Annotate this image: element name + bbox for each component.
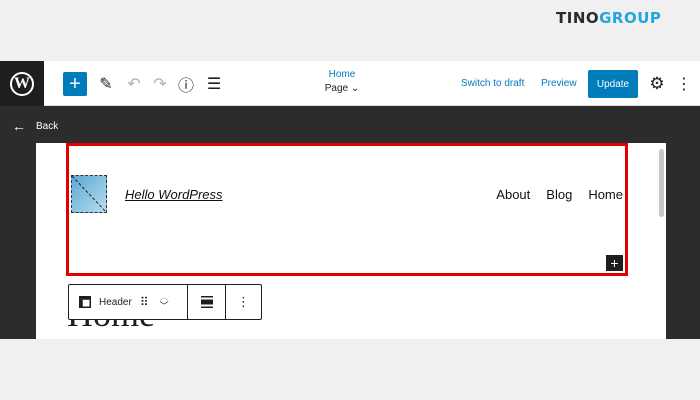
update-button[interactable]: Update <box>588 70 638 98</box>
document-title-selector[interactable]: Home Page ⌄ <box>300 69 384 94</box>
template-part-icon[interactable] <box>79 296 91 308</box>
navigation-menu: About Blog Home <box>496 187 623 202</box>
block-toolbar: Header ⠿ ︿ ﹀ ⋮ <box>68 284 262 320</box>
preview-button[interactable]: Preview <box>541 78 577 89</box>
pen-icon[interactable]: ✎ <box>96 72 116 96</box>
undo-icon[interactable]: ↶ <box>124 72 144 96</box>
editor-canvas-area: ← Back Home Hello WordPress About Blog H… <box>0 106 700 339</box>
block-movers: ︿ ﹀ <box>160 293 169 311</box>
align-icon <box>200 296 213 308</box>
align-button[interactable] <box>188 285 226 319</box>
site-title[interactable]: Hello WordPress <box>125 187 223 202</box>
more-vertical-icon: ⋮ <box>237 294 250 309</box>
wordpress-icon: W <box>10 71 34 96</box>
nav-item-blog[interactable]: Blog <box>546 187 572 202</box>
document-title: Home <box>328 69 356 80</box>
wordpress-logo-button[interactable]: W <box>0 61 44 106</box>
drag-handle-icon[interactable]: ⠿ <box>140 295 149 309</box>
header-block-selected[interactable]: Hello WordPress About Blog Home + <box>66 143 628 276</box>
info-icon[interactable]: ⓘ <box>176 72 196 96</box>
brand-part-1: TINO <box>556 9 600 27</box>
block-toolbar-parent-group: Header ⠿ ︿ ﹀ <box>69 285 188 319</box>
more-options-icon[interactable]: ⋮ <box>676 72 692 96</box>
arrow-left-icon: ← <box>12 118 26 134</box>
editor-frame: Home Hello WordPress About Blog Home + <box>36 143 666 339</box>
back-button[interactable]: ← Back <box>12 119 58 133</box>
brand-part-2: GROUP <box>599 9 662 27</box>
document-type: Page ⌄ <box>300 83 384 94</box>
block-options-button[interactable]: ⋮ <box>226 285 261 319</box>
chevron-down-icon: ⌄ <box>350 83 360 94</box>
switch-to-draft-button[interactable]: Switch to draft <box>461 78 524 89</box>
nav-item-about[interactable]: About <box>496 187 530 202</box>
block-inserter-button[interactable]: + <box>63 72 87 96</box>
redo-icon[interactable]: ↷ <box>150 72 170 96</box>
editor-top-toolbar: W + ✎ ↶ ↷ ⓘ ☰ Home Page ⌄ Switch to draf… <box>0 61 700 106</box>
list-view-icon[interactable]: ☰ <box>203 72 225 96</box>
site-logo-placeholder[interactable] <box>71 175 107 213</box>
brand-watermark: TINOGROUP <box>556 9 661 27</box>
document-type-label: Page <box>324 83 349 94</box>
block-type-label[interactable]: Header <box>99 297 132 308</box>
gear-icon[interactable]: ⚙ <box>647 72 667 96</box>
block-append-inserter-button[interactable]: + <box>606 255 623 271</box>
logo-placeholder-icon <box>72 176 106 212</box>
scrollbar-thumb[interactable] <box>659 149 664 217</box>
back-label: Back <box>36 120 59 132</box>
move-down-icon[interactable]: ﹀ <box>160 302 169 311</box>
nav-item-home[interactable]: Home <box>588 187 623 202</box>
